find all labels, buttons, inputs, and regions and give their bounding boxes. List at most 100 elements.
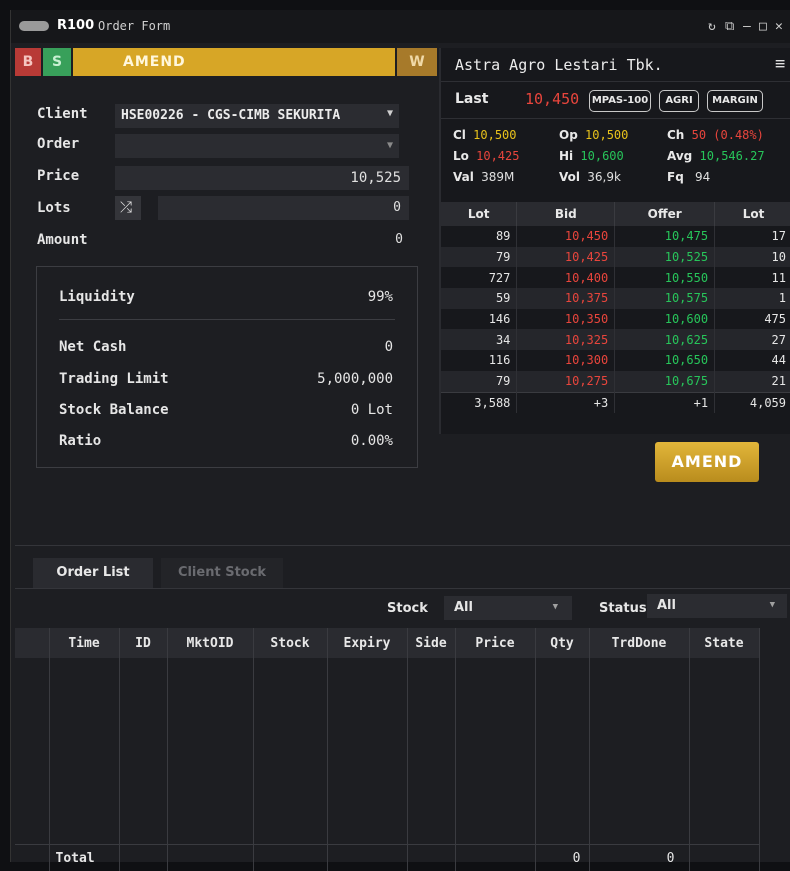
tab-order-list[interactable]: Order List: [33, 558, 153, 588]
chevron-down-icon: ▼: [553, 602, 558, 612]
ratio-value: 0.00%: [351, 433, 393, 449]
mktoid-header[interactable]: MktOID: [167, 628, 253, 658]
total-trddone: 0: [589, 845, 689, 871]
stock-header[interactable]: Stock: [253, 628, 327, 658]
tab-underline: [15, 588, 790, 589]
state-header[interactable]: State: [689, 628, 759, 658]
shuffle-button[interactable]: ⤮: [115, 196, 141, 220]
stats-divider: [441, 118, 790, 119]
volume-traded: Vol 36,9k: [559, 170, 621, 184]
offer-lot-cell: 44: [715, 350, 790, 371]
ratio-label: Ratio: [59, 433, 101, 449]
client-select[interactable]: HSE00226 - CGS-CIMB SEKURITA ▼: [115, 104, 399, 128]
order-label: Order: [37, 136, 79, 152]
order-select[interactable]: ▼: [115, 134, 399, 158]
minimize-icon[interactable]: ‒: [743, 19, 751, 34]
buy-tab[interactable]: B: [15, 48, 41, 76]
last-label: Last: [455, 91, 488, 107]
offer-price-cell: 10,525: [615, 247, 715, 268]
sell-tab[interactable]: S: [43, 48, 71, 76]
offer-lot-cell: 10: [715, 247, 790, 268]
stock-filter-select[interactable]: All ▼: [444, 596, 572, 620]
offer-price-cell: 10,650: [615, 350, 715, 371]
id-header[interactable]: ID: [119, 628, 167, 658]
open-price: Op 10,500: [559, 128, 628, 142]
amend-tab[interactable]: AMEND: [73, 48, 395, 76]
change-value: Ch 50 (0.48%): [667, 128, 764, 142]
window-code: R100: [57, 18, 94, 33]
lots-input[interactable]: 0: [158, 196, 409, 220]
offer-price-cell: 10,550: [615, 267, 715, 288]
time-header[interactable]: Time: [49, 628, 119, 658]
client-value: HSE00226 - CGS-CIMB SEKURITA: [121, 108, 340, 123]
header-divider: [441, 81, 790, 82]
total-row: Total 0 0: [15, 845, 759, 871]
sector-chip[interactable]: AGRI: [659, 90, 699, 112]
title-bar[interactable]: R100 Order Form ↻ ⧉ ‒ □ ✕: [11, 10, 790, 43]
price-header[interactable]: Price: [455, 628, 535, 658]
trddone-header[interactable]: TrdDone: [589, 628, 689, 658]
price-input[interactable]: 10,525: [115, 166, 409, 190]
bid-lot-cell: 79: [441, 371, 517, 392]
bid-lot-cell: 59: [441, 288, 517, 309]
liquidity-label: Liquidity: [59, 289, 135, 305]
offer-price-cell: 10,475: [615, 226, 715, 247]
refresh-icon[interactable]: ↻: [708, 19, 716, 34]
low-price: Lo 10,425: [453, 149, 519, 163]
offer-lot-cell: 21: [715, 371, 790, 392]
qty-header[interactable]: Qty: [535, 628, 589, 658]
order-book-row[interactable]: 8910,45010,47517: [441, 226, 790, 247]
order-book-row[interactable]: 11610,30010,65044: [441, 350, 790, 371]
trading-limit-value: 5,000,000: [317, 371, 393, 387]
window-grip-icon[interactable]: [19, 21, 49, 31]
offer-lot-cell: 11: [715, 267, 790, 288]
quote-panel: Astra Agro Lestari Tbk. ≡ Last 10,450 MP…: [439, 48, 790, 434]
order-book-row[interactable]: 3410,32510,62527: [441, 329, 790, 350]
bid-price-cell: 10,300: [517, 350, 615, 371]
index-chip[interactable]: MPAS-100: [589, 90, 651, 112]
bid-price-cell: 10,400: [517, 267, 615, 288]
close-icon[interactable]: ✕: [775, 19, 783, 34]
lots-value: 0: [393, 200, 401, 215]
status-filter-select[interactable]: All ▼: [647, 594, 787, 618]
account-summary-panel: Liquidity 99% Net Cash 0 Trading Limit 5…: [36, 266, 418, 468]
side-header[interactable]: Side: [407, 628, 455, 658]
withdraw-tab[interactable]: W: [397, 48, 437, 76]
average-price: Avg 10,546.27: [667, 149, 765, 163]
high-price: Hi 10,600: [559, 149, 624, 163]
order-book-totals: 3,588+3+14,059: [441, 392, 790, 413]
menu-icon[interactable]: ≡: [775, 54, 785, 74]
order-book-row[interactable]: 72710,40010,55011: [441, 267, 790, 288]
status-filter-label: Status: [599, 601, 647, 616]
order-book-row[interactable]: 7910,42510,52510: [441, 247, 790, 268]
detach-icon[interactable]: ⧉: [725, 19, 734, 34]
offer-price-cell: 10,675: [615, 371, 715, 392]
bid-lot-cell: 89: [441, 226, 517, 247]
offer-price-cell: 10,575: [615, 288, 715, 309]
section-divider: [15, 545, 790, 546]
offer-lot-cell: 17: [715, 226, 790, 247]
bid-lot-total: 3,588: [441, 392, 517, 413]
order-book-row[interactable]: 5910,37510,5751: [441, 288, 790, 309]
order-book-table: Lot Bid Offer Lot 8910,45010,475177910,4…: [441, 202, 790, 413]
total-label: Total: [49, 845, 119, 871]
tab-client-stock[interactable]: Client Stock: [161, 558, 283, 588]
offer-price-cell: 10,600: [615, 309, 715, 330]
expiry-header[interactable]: Expiry: [327, 628, 407, 658]
client-label: Client: [37, 106, 88, 122]
bid-price-cell: 10,450: [517, 226, 615, 247]
bid-price-cell: 10,325: [517, 329, 615, 350]
bid-lot-cell: 727: [441, 267, 517, 288]
price-value: 10,525: [350, 170, 401, 186]
margin-chip[interactable]: MARGIN: [707, 90, 763, 112]
order-book-row[interactable]: 7910,27510,67521: [441, 371, 790, 392]
offer-lot-total: 4,059: [715, 392, 790, 413]
trading-limit-label: Trading Limit: [59, 371, 169, 387]
lots-label: Lots: [37, 200, 71, 216]
last-value: 10,450: [525, 90, 579, 108]
maximize-icon[interactable]: □: [759, 19, 767, 34]
amend-button[interactable]: AMEND: [655, 442, 759, 482]
order-book-row[interactable]: 14610,35010,600475: [441, 309, 790, 330]
offer-count-total: +1: [615, 392, 715, 413]
total-qty: 0: [535, 845, 589, 871]
